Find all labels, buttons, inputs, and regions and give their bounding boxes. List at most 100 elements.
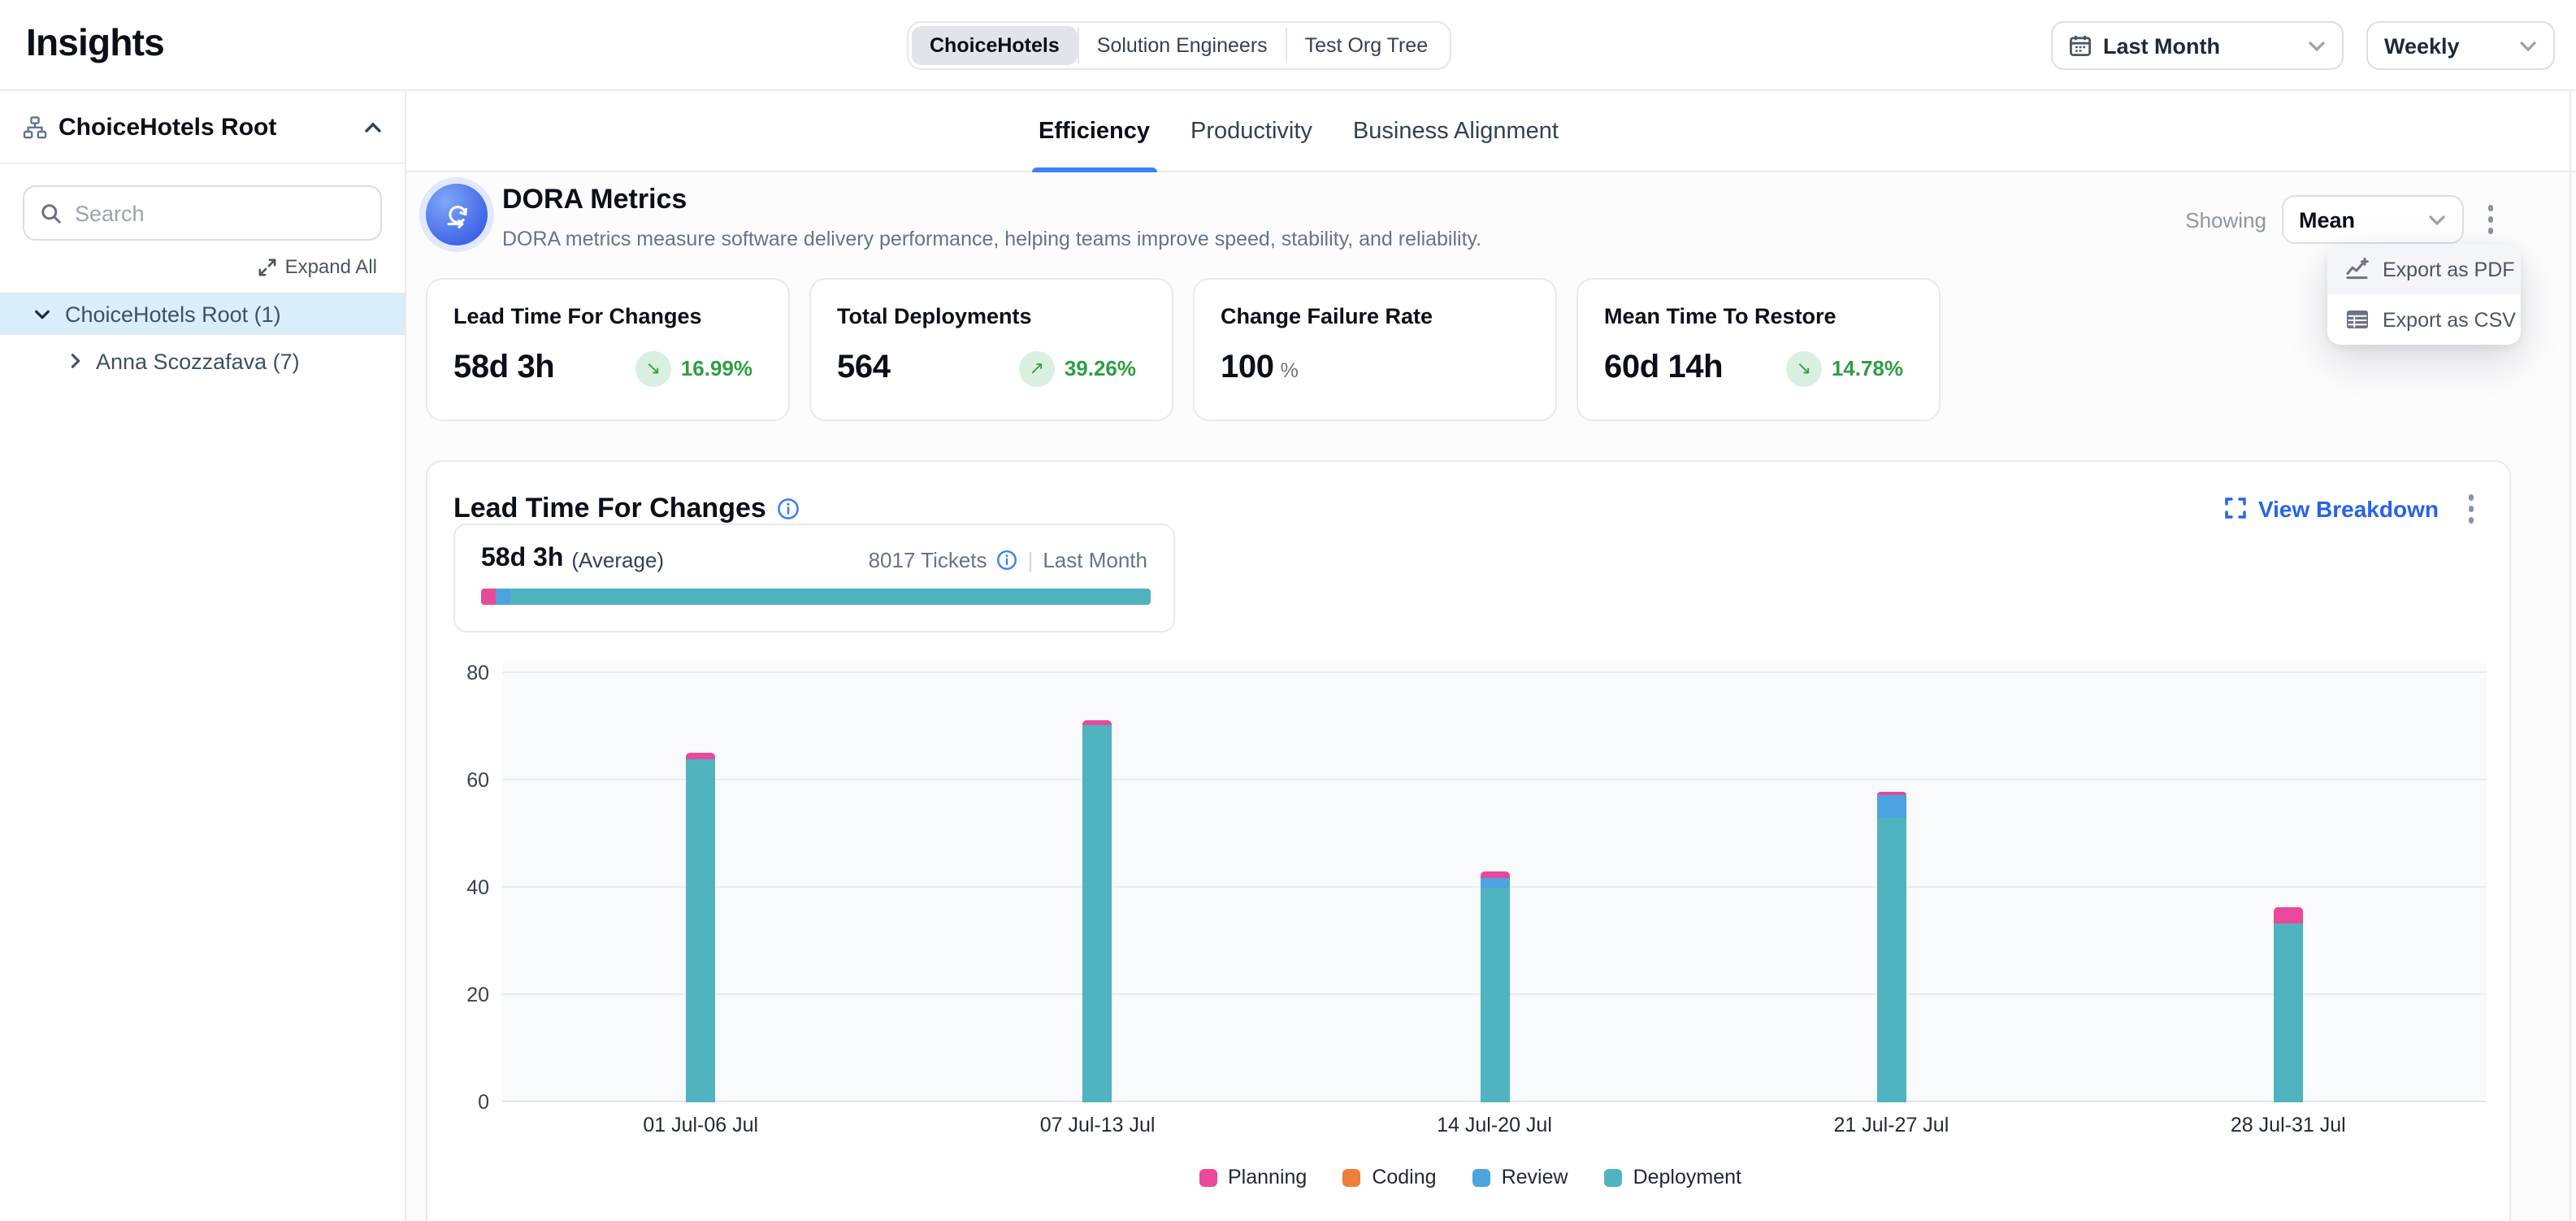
- expand-corners-icon: [2226, 498, 2247, 519]
- chart-bar-segment-deployment[interactable]: [686, 759, 715, 1102]
- legend-item-deployment[interactable]: Deployment: [1604, 1166, 1741, 1188]
- y-tick-label-80: 80: [466, 662, 489, 684]
- sidebar-search: [23, 185, 382, 241]
- card-title: Mean Time To Restore: [1604, 304, 1913, 328]
- chart-bar-1[interactable]: [686, 753, 715, 1102]
- card-title: Lead Time For Changes: [453, 304, 762, 328]
- average-label: (Average): [571, 547, 664, 571]
- card-value: 100%: [1221, 350, 1298, 387]
- org-tab-solution-engineers[interactable]: Solution Engineers: [1079, 26, 1286, 65]
- chart-bar-segment-planning[interactable]: [1083, 720, 1112, 726]
- metric-cards-row: Lead Time For Changes 58d 3h ↘ 16.99% To…: [426, 278, 1941, 421]
- scrollbar-track[interactable]: [2569, 91, 2571, 1221]
- org-tree: ChoiceHotels Root (1) Anna Scozzafava (7…: [0, 293, 405, 382]
- chart-bar-segment-deployment[interactable]: [1083, 726, 1112, 1102]
- card-value: 60d 14h: [1604, 350, 1723, 387]
- org-tab-choicehotels[interactable]: ChoiceHotels: [912, 26, 1078, 65]
- card-title: Total Deployments: [837, 304, 1146, 328]
- sidebar-root-label: ChoiceHotels Root: [59, 113, 353, 141]
- showing-label: Showing: [2185, 207, 2266, 232]
- chart-legend: Planning Coding Review Deployment: [453, 1166, 2487, 1188]
- period-select[interactable]: Last Month: [2051, 21, 2344, 70]
- card-mean-time-to-restore: Mean Time To Restore 60d 14h ↘ 14.78%: [1576, 278, 1941, 421]
- chart-bar-3[interactable]: [1480, 871, 1509, 1102]
- chart-bar-segment-planning[interactable]: [1480, 871, 1509, 879]
- org-tab-group: ChoiceHotels Solution Engineers Test Org…: [907, 21, 1451, 70]
- chart-bar-segment-deployment[interactable]: [1876, 819, 1906, 1102]
- org-tab-test-org-tree[interactable]: Test Org Tree: [1287, 26, 1446, 65]
- legend-item-coding[interactable]: Coding: [1342, 1166, 1436, 1188]
- calendar-icon: [2069, 34, 2092, 57]
- view-breakdown-button[interactable]: View Breakdown: [2226, 496, 2439, 522]
- legend-item-planning[interactable]: Planning: [1199, 1166, 1307, 1188]
- phase-progress-bar: [481, 589, 1151, 605]
- expand-all-button[interactable]: Expand All: [0, 241, 405, 278]
- chart-bar-4[interactable]: [1876, 792, 1906, 1102]
- average-value: 58d 3h: [481, 545, 563, 574]
- chevron-right-icon[interactable]: [70, 353, 81, 369]
- chevron-down-icon[interactable]: [34, 308, 50, 319]
- x-axis-label-5: 28 Jul-31 Jul: [2231, 1114, 2346, 1136]
- legend-label: Review: [1502, 1166, 1568, 1188]
- trend-percent: 16.99%: [681, 356, 752, 380]
- top-header: Insights ChoiceHotels Solution Engineers…: [0, 0, 2576, 91]
- separator: |: [1028, 547, 1034, 571]
- export-menu: Export as PDF Export as CSV: [2327, 244, 2521, 345]
- trend-down-arrow-icon: ↘: [1786, 350, 1822, 386]
- chart-bar-segment-review[interactable]: [1480, 879, 1509, 888]
- expand-diagonal-icon: [259, 258, 277, 276]
- granularity-select[interactable]: Weekly: [2366, 21, 2555, 70]
- legend-swatch-coding: [1342, 1168, 1360, 1186]
- main-content: Efficiency Productivity Business Alignme…: [406, 91, 2576, 1221]
- x-axis-label-4: 21 Jul-27 Jul: [1834, 1114, 1949, 1136]
- card-total-deployments: Total Deployments 564 ↗ 39.26%: [809, 278, 1173, 421]
- chart-bar-5[interactable]: [2274, 907, 2303, 1102]
- legend-swatch-planning: [1199, 1168, 1216, 1186]
- chart-bar-segment-planning[interactable]: [2274, 907, 2303, 923]
- metric-tabbar: Efficiency Productivity Business Alignme…: [406, 91, 2576, 172]
- x-axis-label-2: 07 Jul-13 Jul: [1040, 1114, 1156, 1136]
- dora-title: DORA Metrics: [502, 184, 1481, 216]
- chart-kebab-menu-button[interactable]: [2458, 488, 2483, 529]
- trend-down-arrow-icon: ↘: [635, 350, 671, 386]
- page-title: Insights: [26, 21, 164, 65]
- card-title: Change Failure Rate: [1221, 304, 1529, 328]
- chart-plot: [502, 663, 2487, 1102]
- active-tab-indicator: [1032, 167, 1156, 172]
- info-icon[interactable]: [997, 549, 1018, 570]
- tree-item-anna-scozzafava[interactable]: Anna Scozzafava (7): [0, 340, 405, 382]
- chevron-up-icon[interactable]: [364, 121, 382, 133]
- chart-bar-segment-review[interactable]: [1876, 795, 1906, 819]
- tab-business-alignment[interactable]: Business Alignment: [1351, 91, 1560, 172]
- tree-item-label: Anna Scozzafava (7): [96, 349, 300, 373]
- period-label: Last Month: [1043, 547, 1147, 571]
- info-icon[interactable]: [778, 498, 800, 520]
- card-value: 564: [837, 350, 891, 387]
- showing-controls: Showing Mean: [2185, 195, 2503, 244]
- tree-item-label: ChoiceHotels Root (1): [65, 302, 281, 326]
- progress-segment-review: [496, 589, 510, 605]
- menu-item-export-csv[interactable]: Export as CSV: [2327, 294, 2521, 345]
- lead-time-chart: 020406080 01 Jul-06 Jul07 Jul-13 Jul14 J…: [453, 663, 2487, 1188]
- dora-metrics-header: DORA Metrics DORA metrics measure softwa…: [426, 180, 1481, 250]
- legend-item-review[interactable]: Review: [1472, 1166, 1568, 1188]
- menu-item-export-pdf[interactable]: Export as PDF: [2327, 244, 2521, 294]
- sidebar-header[interactable]: ChoiceHotels Root: [0, 91, 405, 164]
- tree-item-choicehotels-root[interactable]: ChoiceHotels Root (1): [0, 293, 405, 335]
- y-axis: 020406080: [453, 663, 502, 1102]
- chart-bar-segment-planning[interactable]: [686, 753, 715, 759]
- chart-bar-segment-deployment[interactable]: [1480, 888, 1509, 1102]
- dora-kebab-menu-button[interactable]: [2478, 199, 2503, 241]
- gridline-80: [502, 671, 2487, 673]
- tab-productivity[interactable]: Productivity: [1189, 91, 1314, 172]
- chart-bar-segment-deployment[interactable]: [2274, 923, 2303, 1102]
- sidebar: ChoiceHotels Root Expand All: [0, 91, 406, 1221]
- tickets-count: 8017 Tickets: [869, 547, 987, 571]
- tab-efficiency[interactable]: Efficiency: [1037, 91, 1151, 172]
- chart-bar-2[interactable]: [1083, 720, 1112, 1102]
- search-input[interactable]: [75, 201, 364, 225]
- showing-select[interactable]: Mean: [2281, 195, 2463, 244]
- menu-item-label: Export as CSV: [2383, 308, 2516, 331]
- trend-badge: ↘ 16.99%: [635, 350, 752, 386]
- section-title: Lead Time For Changes: [453, 493, 766, 525]
